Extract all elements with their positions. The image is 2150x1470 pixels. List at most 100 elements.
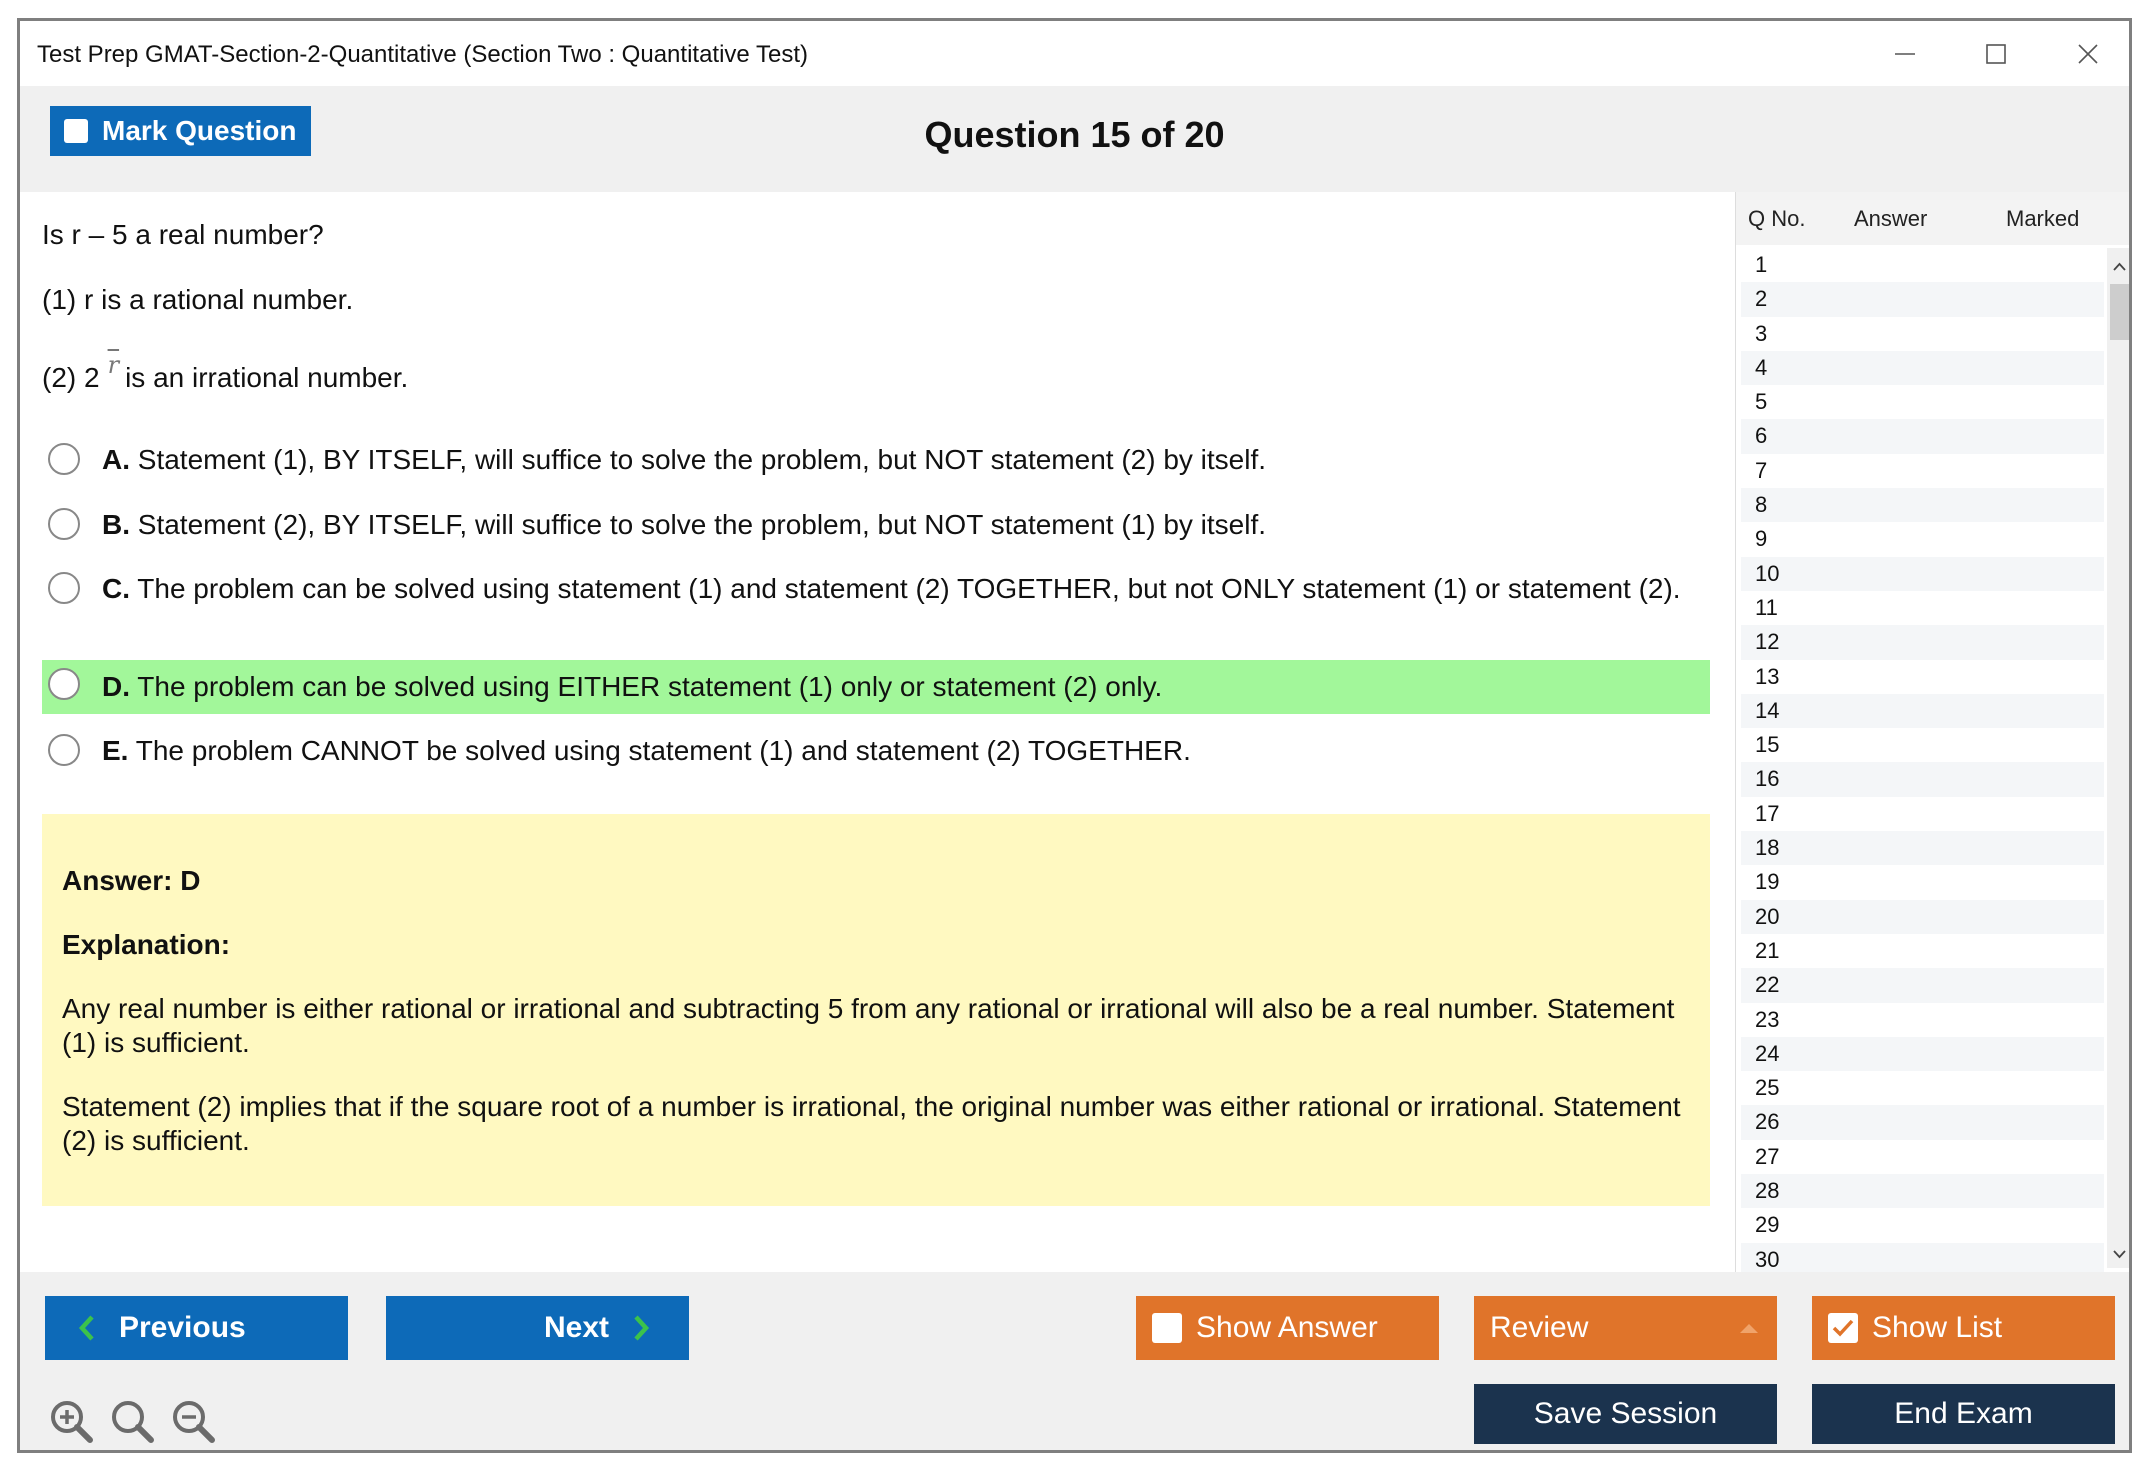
question-list-rows: 1 2 3 4 5 6 7 8 9 10 11 12 13 14 15 16 17 18 19 20 21 22 23 24 2…: [1741, 248, 2104, 1273]
show-answer-label: Show Answer: [1196, 1311, 1378, 1344]
question-list-row[interactable]: 8: [1741, 488, 2104, 523]
question-list-row[interactable]: 5: [1741, 385, 2104, 419]
question-list-row[interactable]: 29: [1741, 1208, 2104, 1242]
maximize-button[interactable]: [1966, 31, 2026, 76]
explanation-paragraph-1: Any real number is either rational or ir…: [62, 993, 1675, 1058]
question-panel: Is r – 5 a real number? (1) r is a ratio…: [20, 192, 1735, 1272]
end-exam-button[interactable]: End Exam: [1812, 1384, 2115, 1444]
question-counter: Question 15 of 20: [924, 114, 1225, 155]
question-list-row[interactable]: 27: [1741, 1140, 2104, 1174]
scroll-thumb[interactable]: [2110, 284, 2129, 340]
question-list-row[interactable]: 21: [1741, 934, 2104, 968]
question-list-row[interactable]: 10: [1741, 556, 2104, 591]
statement-2-symbol: r: [107, 351, 120, 379]
question-toolbar: Question 15 of 20 Mark Question: [20, 86, 2129, 192]
question-list-row[interactable]: 2: [1741, 282, 2104, 317]
question-list-row[interactable]: 24: [1741, 1036, 2104, 1072]
option-a-radio[interactable]: [48, 443, 80, 475]
save-session-label: Save Session: [1533, 1397, 1718, 1430]
zoom-out-icon[interactable]: [169, 1397, 217, 1445]
zoom-in-icon[interactable]: [47, 1397, 95, 1445]
bottom-control-bar: Previous Next Show Answer Review Show Li…: [20, 1272, 2129, 1450]
answer-explanation-box: Answer: D Explanation: Any real number i…: [42, 814, 1710, 1206]
scroll-up-icon[interactable]: [2107, 254, 2132, 279]
question-list-row[interactable]: 30: [1741, 1242, 2104, 1273]
question-list-row[interactable]: 26: [1741, 1105, 2104, 1140]
zoom-reset-icon[interactable]: [108, 1397, 156, 1445]
option-c-letter: C.: [102, 573, 130, 604]
question-list-row[interactable]: 3: [1741, 317, 2104, 351]
option-e-radio[interactable]: [48, 734, 80, 766]
review-label: Review: [1490, 1311, 1589, 1344]
option-c[interactable]: C. The problem can be solved using state…: [42, 571, 1710, 606]
end-exam-label: End Exam: [1894, 1397, 2033, 1430]
checkbox-icon: [64, 119, 88, 143]
question-list-row[interactable]: 1: [1741, 248, 2104, 282]
option-b[interactable]: B. Statement (2), BY ITSELF, will suffic…: [42, 507, 1710, 542]
question-list-row[interactable]: 13: [1741, 660, 2104, 694]
previous-label: Previous: [119, 1311, 246, 1344]
option-a-text: Statement (1), BY ITSELF, will suffice t…: [130, 444, 1267, 475]
question-list-row[interactable]: 22: [1741, 968, 2104, 1003]
question-list-row[interactable]: 16: [1741, 762, 2104, 797]
marked-column-header[interactable]: Marked: [2006, 206, 2079, 232]
question-list-row[interactable]: 15: [1741, 728, 2104, 762]
question-list-row[interactable]: 28: [1741, 1174, 2104, 1209]
minimize-button[interactable]: [1875, 31, 1935, 76]
option-d-text: The problem can be solved using EITHER s…: [130, 671, 1163, 702]
option-b-radio[interactable]: [48, 508, 80, 540]
question-list-row[interactable]: 18: [1741, 831, 2104, 866]
chevron-left-icon: [78, 1315, 94, 1341]
question-list-row[interactable]: 11: [1741, 591, 2104, 625]
qno-column-header[interactable]: Q No.: [1748, 206, 1805, 232]
option-c-text: The problem can be solved using statemen…: [130, 573, 1681, 604]
question-list-row[interactable]: 7: [1741, 454, 2104, 488]
option-b-text: Statement (2), BY ITSELF, will suffice t…: [130, 509, 1267, 540]
close-icon: [2078, 43, 2098, 64]
question-list-row[interactable]: 14: [1741, 693, 2104, 729]
window-title: Test Prep GMAT-Section-2-Quantitative (S…: [37, 41, 808, 68]
question-list-header: Q No. Answer Marked: [1736, 192, 2129, 245]
question-list-row[interactable]: 6: [1741, 419, 2104, 454]
chevron-right-icon: [634, 1315, 650, 1341]
mark-question-button[interactable]: Mark Question: [50, 106, 311, 156]
scroll-down-icon[interactable]: [2107, 1242, 2132, 1267]
show-list-label: Show List: [1872, 1311, 2003, 1344]
question-list-row[interactable]: 19: [1741, 865, 2104, 899]
minimize-icon: [1895, 52, 1915, 55]
review-dropdown[interactable]: Review: [1474, 1296, 1777, 1360]
question-list-row[interactable]: 25: [1741, 1071, 2104, 1105]
checkbox-icon: [1828, 1313, 1858, 1343]
option-a-letter: A.: [102, 444, 130, 475]
option-b-letter: B.: [102, 509, 130, 540]
option-d-letter: D.: [102, 671, 130, 702]
show-list-button[interactable]: Show List: [1812, 1296, 2115, 1360]
answer-column-header[interactable]: Answer: [1854, 206, 1927, 232]
show-answer-button[interactable]: Show Answer: [1136, 1296, 1439, 1360]
option-e[interactable]: E. The problem CANNOT be solved using st…: [42, 733, 1710, 768]
explanation-heading: Explanation:: [62, 929, 231, 960]
option-d-radio[interactable]: [48, 668, 80, 700]
question-list-scrollbar[interactable]: [2107, 248, 2132, 1268]
mark-question-label: Mark Question: [102, 115, 297, 146]
next-button[interactable]: Next: [386, 1296, 689, 1360]
question-list-row[interactable]: 9: [1741, 522, 2104, 556]
question-list-row[interactable]: 17: [1741, 797, 2104, 831]
question-list-row[interactable]: 20: [1741, 899, 2104, 934]
option-d[interactable]: D. The problem can be solved using EITHE…: [42, 660, 1710, 714]
question-stem: Is r – 5 a real number?: [42, 219, 324, 250]
option-a[interactable]: A. Statement (1), BY ITSELF, will suffic…: [42, 442, 1710, 477]
statement-1: (1) r is a rational number.: [42, 284, 354, 315]
save-session-button[interactable]: Save Session: [1474, 1384, 1777, 1444]
question-list-row[interactable]: 23: [1741, 1003, 2104, 1037]
option-c-radio[interactable]: [48, 572, 80, 604]
question-list-panel: Q No. Answer Marked 1 2 3 4 5 6 7 8 9 10 11 12 13 14 1…: [1735, 192, 2132, 1273]
question-list-row[interactable]: 4: [1741, 350, 2104, 386]
statement-2-prefix: (2) 2: [42, 362, 100, 393]
title-bar: Test Prep GMAT-Section-2-Quantitative (S…: [20, 21, 2129, 86]
question-list-row[interactable]: 12: [1741, 625, 2104, 660]
close-button[interactable]: [2058, 31, 2118, 76]
option-e-letter: E.: [102, 735, 129, 766]
previous-button[interactable]: Previous: [45, 1296, 348, 1360]
statement-2: (2) 2 r is an irrational number.: [42, 351, 408, 394]
